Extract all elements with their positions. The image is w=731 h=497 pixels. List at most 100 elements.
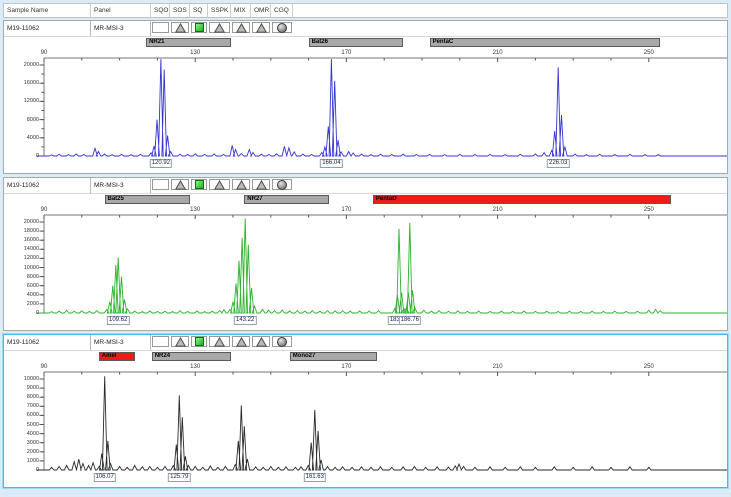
status-flag-mix[interactable] bbox=[232, 22, 250, 33]
y-tick-label: 16000 bbox=[4, 237, 39, 243]
status-flag-sqo[interactable] bbox=[152, 336, 169, 347]
status-flag-sos[interactable] bbox=[171, 336, 189, 347]
warning-triangle-icon bbox=[256, 180, 267, 190]
y-tick-label: 20000 bbox=[4, 62, 39, 68]
x-tick-label: 130 bbox=[184, 49, 206, 57]
sample-name[interactable]: M19-11062 bbox=[4, 21, 91, 36]
x-tick-label: 210 bbox=[487, 206, 509, 214]
marker-bar-nr21: NR21 bbox=[146, 38, 231, 47]
warning-triangle-icon bbox=[175, 23, 186, 33]
status-flag-sspk[interactable] bbox=[209, 336, 230, 347]
sample-name[interactable]: M19-11062 bbox=[4, 178, 91, 193]
y-tick-label: 7000 bbox=[4, 403, 39, 409]
sphere-status-icon bbox=[277, 180, 287, 190]
x-tick-label: 210 bbox=[487, 363, 509, 371]
electropherogram-plot[interactable]: 9013017021025020000180001600014000120001… bbox=[4, 205, 727, 330]
status-flag-cgq[interactable] bbox=[272, 22, 292, 33]
pass-square-icon bbox=[195, 23, 204, 32]
x-tick-label: 170 bbox=[335, 363, 357, 371]
status-flag-sos[interactable] bbox=[171, 22, 189, 33]
x-tick-label: 90 bbox=[33, 363, 55, 371]
x-tick-label: 250 bbox=[638, 206, 660, 214]
sample-panel-2: M19-11062MR-MSI-3Bat25NR27PentaD90130170… bbox=[3, 177, 728, 331]
y-tick-label: 14000 bbox=[4, 246, 39, 252]
status-flag-sq[interactable] bbox=[191, 336, 207, 347]
x-tick-label: 130 bbox=[184, 363, 206, 371]
status-flag-sqo[interactable] bbox=[152, 22, 169, 33]
warning-triangle-icon bbox=[256, 23, 267, 33]
x-tick-label: 90 bbox=[33, 49, 55, 57]
y-tick-label: 5000 bbox=[4, 422, 39, 428]
trace-path bbox=[36, 376, 727, 470]
warning-triangle-icon bbox=[175, 180, 186, 190]
sphere-status-icon bbox=[277, 337, 287, 347]
status-flag-sq[interactable] bbox=[191, 22, 207, 33]
peak-size-label: 125.79 bbox=[168, 473, 190, 482]
marker-bar-bat26: Bat26 bbox=[309, 38, 404, 47]
peak-size-label: 109.62 bbox=[107, 316, 129, 325]
sample-panel-3: M19-11062MR-MSI-3AmelNR24Mono27901301702… bbox=[3, 334, 728, 488]
warning-triangle-icon bbox=[214, 180, 225, 190]
status-flag-sos[interactable] bbox=[171, 179, 189, 190]
marker-bar-row: NR21Bat26PentaC bbox=[4, 37, 727, 48]
marker-bar-row: AmelNR24Mono27 bbox=[4, 351, 727, 362]
y-tick-label: 8000 bbox=[4, 274, 39, 280]
status-flag-cgq[interactable] bbox=[272, 179, 292, 190]
warning-triangle-icon bbox=[236, 180, 247, 190]
peak-size-label: 143.22 bbox=[234, 316, 256, 325]
column-header-spacer bbox=[293, 4, 727, 17]
x-tick-label: 170 bbox=[335, 206, 357, 214]
status-flag-mix[interactable] bbox=[232, 179, 250, 190]
column-header-row: Sample NamePanelSQOSOSSQSSPKMIXOMRCGQ bbox=[3, 3, 728, 18]
column-header-sample-name: Sample Name bbox=[4, 4, 91, 17]
y-tick-label: 3000 bbox=[4, 440, 39, 446]
electropherogram-plot[interactable]: 9013017021025020000160001200080004000012… bbox=[4, 48, 727, 173]
x-tick-label: 90 bbox=[33, 206, 55, 214]
peak-size-label: 161.63 bbox=[304, 473, 326, 482]
panel-name[interactable]: MR-MSI-3 bbox=[91, 178, 151, 193]
y-tick-label: 4000 bbox=[4, 135, 39, 141]
trace-chart[interactable] bbox=[4, 214, 727, 318]
column-header-cgq: CGQ bbox=[271, 4, 293, 17]
y-tick-label: 6000 bbox=[4, 283, 39, 289]
warning-triangle-icon bbox=[214, 23, 225, 33]
marker-bar-bat25: Bat25 bbox=[105, 195, 190, 204]
sample-name[interactable]: M19-11062 bbox=[4, 335, 91, 350]
status-flag-sq[interactable] bbox=[191, 179, 207, 190]
marker-bar-nr24: NR24 bbox=[152, 352, 231, 361]
status-flag-omr[interactable] bbox=[252, 336, 270, 347]
trace-chart[interactable] bbox=[4, 371, 727, 475]
electropherogram-plot[interactable]: 9013017021025010000900080007000600050004… bbox=[4, 362, 727, 487]
status-flag-sspk[interactable] bbox=[209, 22, 230, 33]
sample-row[interactable]: M19-11062MR-MSI-3 bbox=[4, 335, 727, 351]
panel-name[interactable]: MR-MSI-3 bbox=[91, 21, 151, 36]
y-tick-label: 0 bbox=[4, 310, 39, 316]
warning-triangle-icon bbox=[236, 337, 247, 347]
trace-chart[interactable] bbox=[4, 57, 727, 161]
marker-bar-nr27: NR27 bbox=[244, 195, 329, 204]
status-flag-cgq[interactable] bbox=[272, 336, 292, 347]
sample-row[interactable]: M19-11062MR-MSI-3 bbox=[4, 21, 727, 37]
sample-row[interactable]: M19-11062MR-MSI-3 bbox=[4, 178, 727, 194]
y-tick-label: 4000 bbox=[4, 292, 39, 298]
peak-size-label: 186.76 bbox=[399, 316, 421, 325]
y-tick-label: 9000 bbox=[4, 385, 39, 391]
status-flag-omr[interactable] bbox=[252, 22, 270, 33]
y-tick-label: 8000 bbox=[4, 117, 39, 123]
warning-triangle-icon bbox=[175, 337, 186, 347]
marker-bar-row: Bat25NR27PentaD bbox=[4, 194, 727, 205]
status-flag-omr[interactable] bbox=[252, 179, 270, 190]
marker-bar-amel: Amel bbox=[99, 352, 135, 361]
status-flag-mix[interactable] bbox=[232, 336, 250, 347]
y-tick-label: 12000 bbox=[4, 98, 39, 104]
y-tick-label: 16000 bbox=[4, 80, 39, 86]
x-tick-label: 250 bbox=[638, 363, 660, 371]
panel-name[interactable]: MR-MSI-3 bbox=[91, 335, 151, 350]
status-flag-sqo[interactable] bbox=[152, 179, 169, 190]
column-header-mix: MIX bbox=[231, 4, 251, 17]
y-tick-label: 0 bbox=[4, 153, 39, 159]
y-tick-label: 10000 bbox=[4, 265, 39, 271]
x-tick-label: 170 bbox=[335, 49, 357, 57]
peak-size-label: 106.07 bbox=[94, 473, 116, 482]
status-flag-sspk[interactable] bbox=[209, 179, 230, 190]
